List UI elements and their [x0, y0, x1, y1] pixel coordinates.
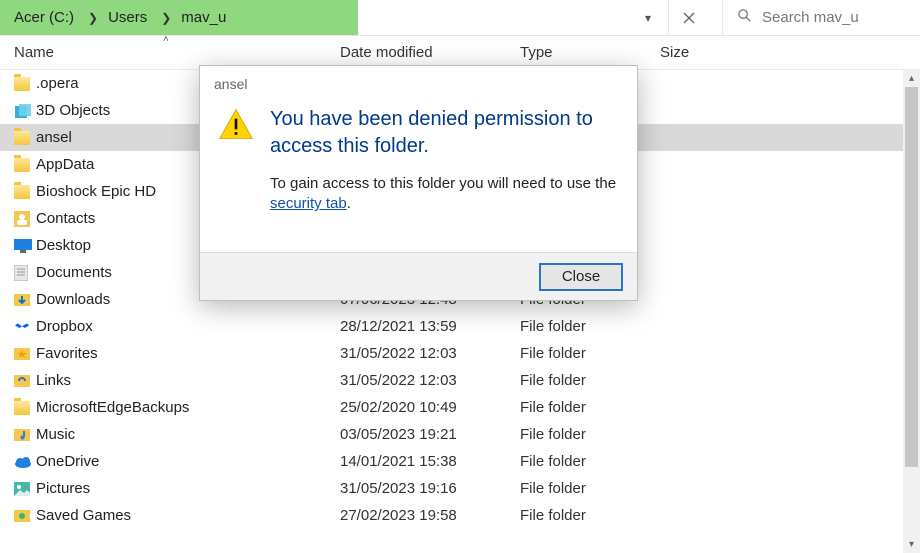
address-dropdown-button[interactable]: ▾ [632, 0, 664, 36]
file-row[interactable]: Favorites31/05/2022 12:03File folder [0, 340, 920, 367]
file-type: File folder [520, 372, 660, 389]
file-icon [14, 131, 36, 145]
file-date: 28/12/2021 13:59 [340, 318, 520, 335]
chevron-right-icon: ❯ [84, 0, 102, 35]
file-icon [14, 427, 36, 443]
file-type: File folder [520, 318, 660, 335]
file-icon [14, 346, 36, 362]
breadcrumb-segment[interactable]: mav_u [175, 0, 236, 35]
file-row[interactable]: Links31/05/2022 12:03File folder [0, 367, 920, 394]
file-type: File folder [520, 480, 660, 497]
security-tab-link[interactable]: security tab [270, 195, 347, 212]
file-name: OneDrive [36, 453, 340, 470]
search-input[interactable]: Search mav_u [722, 0, 920, 35]
address-bar: Acer (C:) ❯ Users ❯ mav_u ▾ Search mav_u [0, 0, 920, 36]
dialog-footer: Close [200, 252, 637, 300]
file-date: 14/01/2021 15:38 [340, 453, 520, 470]
file-name: Pictures [36, 480, 340, 497]
file-date: 03/05/2023 19:21 [340, 426, 520, 443]
file-name: Saved Games [36, 507, 340, 524]
close-button[interactable]: Close [539, 263, 623, 291]
column-header-date[interactable]: Date modified [340, 44, 520, 61]
search-icon [737, 8, 752, 27]
file-icon [14, 158, 36, 172]
refresh-or-clear-button[interactable] [668, 0, 708, 36]
file-row[interactable]: Pictures31/05/2023 19:16File folder [0, 475, 920, 502]
file-icon [14, 211, 36, 227]
file-date: 31/05/2022 12:03 [340, 372, 520, 389]
column-header-name[interactable]: Name [14, 44, 340, 61]
breadcrumb-segment[interactable]: Acer (C:) [8, 0, 84, 35]
file-icon [14, 401, 36, 415]
file-type: File folder [520, 453, 660, 470]
search-placeholder: Search mav_u [762, 9, 859, 26]
file-type: File folder [520, 345, 660, 362]
file-name: MicrosoftEdgeBackups [36, 399, 340, 416]
file-type: File folder [520, 426, 660, 443]
file-name: Dropbox [36, 318, 340, 335]
file-icon [14, 455, 36, 469]
chevron-right-icon: ❯ [157, 0, 175, 35]
address-bar-right: ▾ [358, 0, 708, 35]
file-icon [14, 265, 36, 281]
dialog-heading: You have been denied permission to acces… [270, 106, 619, 160]
column-header-size[interactable]: Size [660, 44, 790, 61]
file-row[interactable]: Dropbox28/12/2021 13:59File folder [0, 313, 920, 340]
breadcrumb[interactable]: Acer (C:) ❯ Users ❯ mav_u [0, 0, 358, 35]
file-row[interactable]: Saved Games27/02/2023 19:58File folder [0, 502, 920, 529]
file-icon [14, 319, 36, 335]
scroll-up-button[interactable]: ▴ [903, 70, 920, 87]
file-icon [14, 482, 36, 496]
file-name: Favorites [36, 345, 340, 362]
file-name: Links [36, 372, 340, 389]
file-date: 25/02/2020 10:49 [340, 399, 520, 416]
file-type: File folder [520, 507, 660, 524]
breadcrumb-segment[interactable]: Users [102, 0, 157, 35]
dialog-message: To gain access to this folder you will n… [270, 174, 619, 215]
file-icon [14, 77, 36, 91]
file-icon [14, 239, 36, 253]
permission-denied-dialog: ansel You have been denied permission to… [199, 65, 638, 301]
file-type: File folder [520, 399, 660, 416]
file-row[interactable]: Music03/05/2023 19:21File folder [0, 421, 920, 448]
file-name: Music [36, 426, 340, 443]
file-row[interactable]: MicrosoftEdgeBackups25/02/2020 10:49File… [0, 394, 920, 421]
file-icon [14, 373, 36, 389]
file-row[interactable]: OneDrive14/01/2021 15:38File folder [0, 448, 920, 475]
file-date: 31/05/2022 12:03 [340, 345, 520, 362]
scroll-down-button[interactable]: ▾ [903, 536, 920, 553]
sort-indicator-icon: ˄ [163, 34, 169, 45]
file-date: 31/05/2023 19:16 [340, 480, 520, 497]
file-icon [14, 185, 36, 199]
column-header-type[interactable]: Type [520, 44, 660, 61]
dialog-title: ansel [200, 66, 637, 92]
file-date: 27/02/2023 19:58 [340, 507, 520, 524]
vertical-scrollbar[interactable]: ▴ ▾ [903, 70, 920, 553]
scroll-thumb[interactable] [905, 87, 918, 467]
file-icon [14, 508, 36, 524]
file-icon [14, 292, 36, 308]
warning-icon [218, 106, 254, 215]
file-icon [14, 103, 36, 119]
